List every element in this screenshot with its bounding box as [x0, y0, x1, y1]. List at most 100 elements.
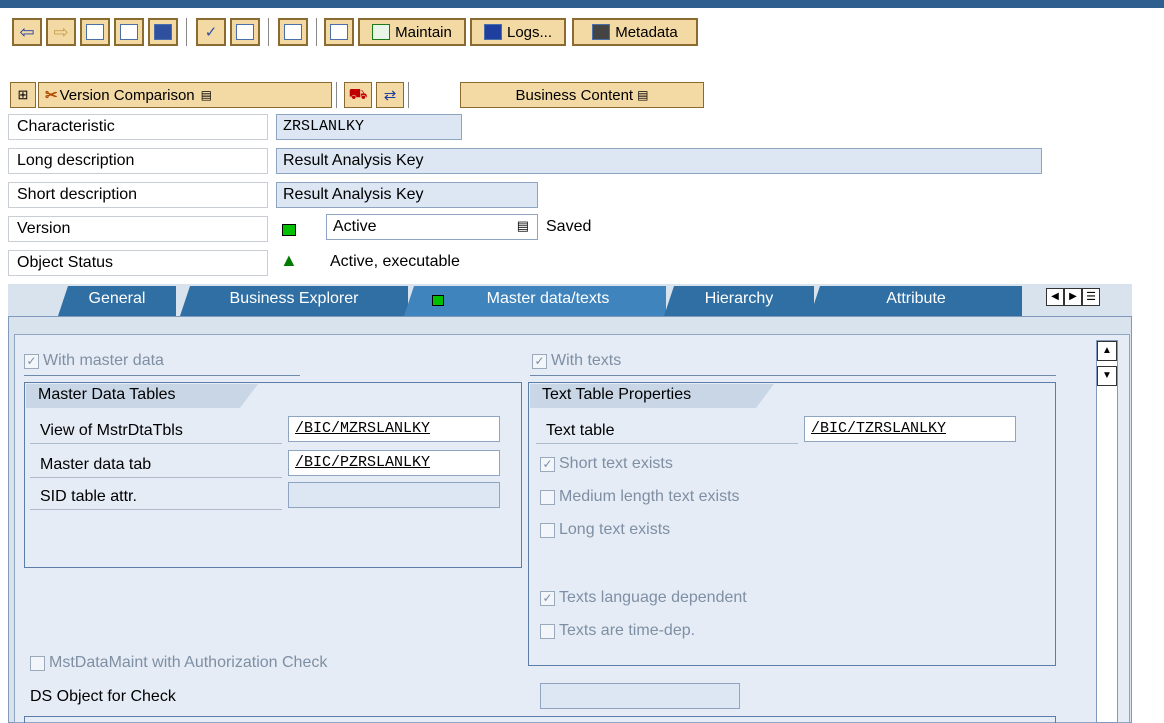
tab-master-data-texts-label: Master data/texts [486, 290, 610, 307]
business-content-button[interactable]: Business Content ▤ [460, 82, 704, 108]
tab-master-data-texts[interactable]: Master data/texts [404, 286, 666, 316]
compare-icon: ✂ [45, 87, 58, 104]
list-icon [86, 24, 104, 40]
view-of-master-tables-field[interactable]: /BIC/MZRSLANLKY [288, 416, 500, 442]
window-button[interactable] [230, 18, 260, 46]
scroll-up-icon[interactable]: ▲ [1097, 341, 1117, 361]
tab-business-explorer[interactable]: Business Explorer [180, 286, 408, 316]
scroll-down-icon[interactable]: ▼ [1097, 366, 1117, 386]
long-text-label: Long text exists [559, 521, 671, 538]
view-of-master-tables-label: View of MstrDtaTbls [30, 418, 282, 444]
title-bar-strip [0, 0, 1164, 8]
metadata-button[interactable]: Metadata [572, 18, 698, 46]
with-texts-label: With texts [551, 352, 622, 369]
authorization-check-checkbox[interactable]: MstDataMaint with Authorization Check [30, 654, 327, 672]
version-select-value: Active [333, 218, 377, 235]
info-icon [483, 24, 502, 40]
checkbox-unchecked-icon [540, 489, 555, 505]
object-status-text: Active, executable [330, 253, 460, 270]
checkbox-checked-icon: ✓ [532, 353, 547, 369]
logs-button[interactable]: Logs... [470, 18, 566, 46]
executable-status-icon: ▲ [280, 250, 298, 270]
maintain-icon [372, 24, 391, 40]
time-dependent-label: Texts are time-dep. [559, 622, 696, 639]
tree-icon: ⊞ [17, 87, 29, 102]
with-master-data-checkbox[interactable]: ✓ With master data [24, 352, 164, 370]
copy-icon [330, 24, 348, 40]
language-dependent-checkbox[interactable]: ✓ Texts language dependent [540, 589, 747, 607]
text-table-field[interactable]: /BIC/TZRSLANLKY [804, 416, 1016, 442]
checkbox-checked-icon: ✓ [540, 456, 555, 472]
check-button[interactable]: ✓ [196, 18, 226, 46]
time-dependent-checkbox[interactable]: Texts are time-dep. [540, 622, 695, 640]
long-text-checkbox[interactable]: Long text exists [540, 521, 670, 539]
back-button[interactable]: ⇦ [12, 18, 42, 46]
toolbar-separator [408, 82, 411, 108]
toolbar-separator [186, 18, 189, 46]
hierarchy-button[interactable] [278, 18, 308, 46]
short-description-label: Short description [8, 182, 268, 208]
maintain-label: Maintain [395, 23, 452, 41]
window-icon [236, 24, 254, 40]
master-data-tab-field[interactable]: /BIC/PZRSLANLKY [288, 450, 500, 476]
authorization-check-label: MstDataMaint with Authorization Check [49, 654, 328, 671]
goto-button[interactable]: ⇄ [376, 82, 404, 108]
toolbar-separator [268, 18, 271, 46]
status-green-icon [432, 295, 444, 306]
metadata-label: Metadata [615, 23, 678, 41]
tab-list-icon[interactable]: ☰ [1082, 288, 1100, 306]
divider [24, 375, 300, 376]
version-label: Version [8, 216, 268, 242]
ds-object-label: DS Object for Check [30, 688, 176, 705]
checkbox-unchecked-icon [540, 623, 555, 639]
version-comparison-label: Version Comparison [59, 86, 195, 104]
language-dependent-label: Texts language dependent [559, 589, 747, 606]
check-icon: ✓ [204, 24, 218, 41]
tree-button[interactable] [114, 18, 144, 46]
table-button[interactable] [148, 18, 178, 46]
standard-toolbar: ⇦ ⇨ ✓ Maintain Logs... Metadata [0, 8, 1164, 56]
long-description-label: Long description [8, 148, 268, 174]
binoculars-icon [592, 24, 611, 40]
tree-icon [120, 24, 138, 40]
sid-table-label: SID table attr. [30, 484, 282, 510]
tab-scroll-left-icon[interactable]: ◀ [1046, 288, 1064, 306]
short-text-checkbox[interactable]: ✓ Short text exists [540, 455, 673, 473]
checkbox-checked-icon: ✓ [24, 353, 39, 369]
with-master-data-label: With master data [43, 352, 164, 369]
text-table-label: Text table [536, 418, 798, 444]
tab-general[interactable]: General [58, 286, 176, 316]
tab-attribute[interactable]: Attribute [810, 286, 1022, 316]
display-button[interactable] [80, 18, 110, 46]
with-texts-checkbox[interactable]: ✓ With texts [532, 352, 621, 370]
tab-scroll-right-icon[interactable]: ▶ [1064, 288, 1082, 306]
object-status-label: Object Status [8, 250, 268, 276]
vertical-scrollbar[interactable] [1096, 340, 1118, 723]
checkbox-unchecked-icon [540, 522, 555, 538]
where-used-button[interactable] [324, 18, 354, 46]
long-description-field[interactable]: Result Analysis Key [276, 148, 1042, 174]
version-select[interactable]: Active ▤ [326, 214, 538, 240]
master-data-tables-title: Master Data Tables [26, 384, 258, 408]
medium-text-checkbox[interactable]: Medium length text exists [540, 488, 740, 506]
transport-button[interactable]: ⛟ [344, 82, 372, 108]
checkbox-unchecked-icon [30, 655, 45, 671]
dropdown-icon: ▤ [200, 88, 212, 102]
ds-object-field[interactable] [540, 683, 740, 709]
truck-icon: ⛟ [348, 85, 368, 103]
sid-table-field[interactable] [288, 482, 500, 508]
tab-hierarchy[interactable]: Hierarchy [664, 286, 814, 316]
hierarchy-icon [284, 24, 302, 40]
toolbar-separator [316, 18, 319, 46]
version-comparison-button[interactable]: ✂ Version Comparison ▤ [38, 82, 332, 108]
logs-label: Logs... [506, 23, 553, 41]
short-description-field[interactable]: Result Analysis Key [276, 182, 538, 208]
hierarchy-tree-button[interactable]: ⊞ [10, 82, 36, 108]
toolbar-separator [336, 82, 339, 108]
forward-button[interactable]: ⇨ [46, 18, 76, 46]
checkbox-checked-icon: ✓ [540, 590, 555, 606]
characteristic-field[interactable]: ZRSLANLKY [276, 114, 462, 140]
version-status-text: Saved [546, 218, 592, 235]
characteristic-label: Characteristic [8, 114, 268, 140]
maintain-button[interactable]: Maintain [358, 18, 466, 46]
